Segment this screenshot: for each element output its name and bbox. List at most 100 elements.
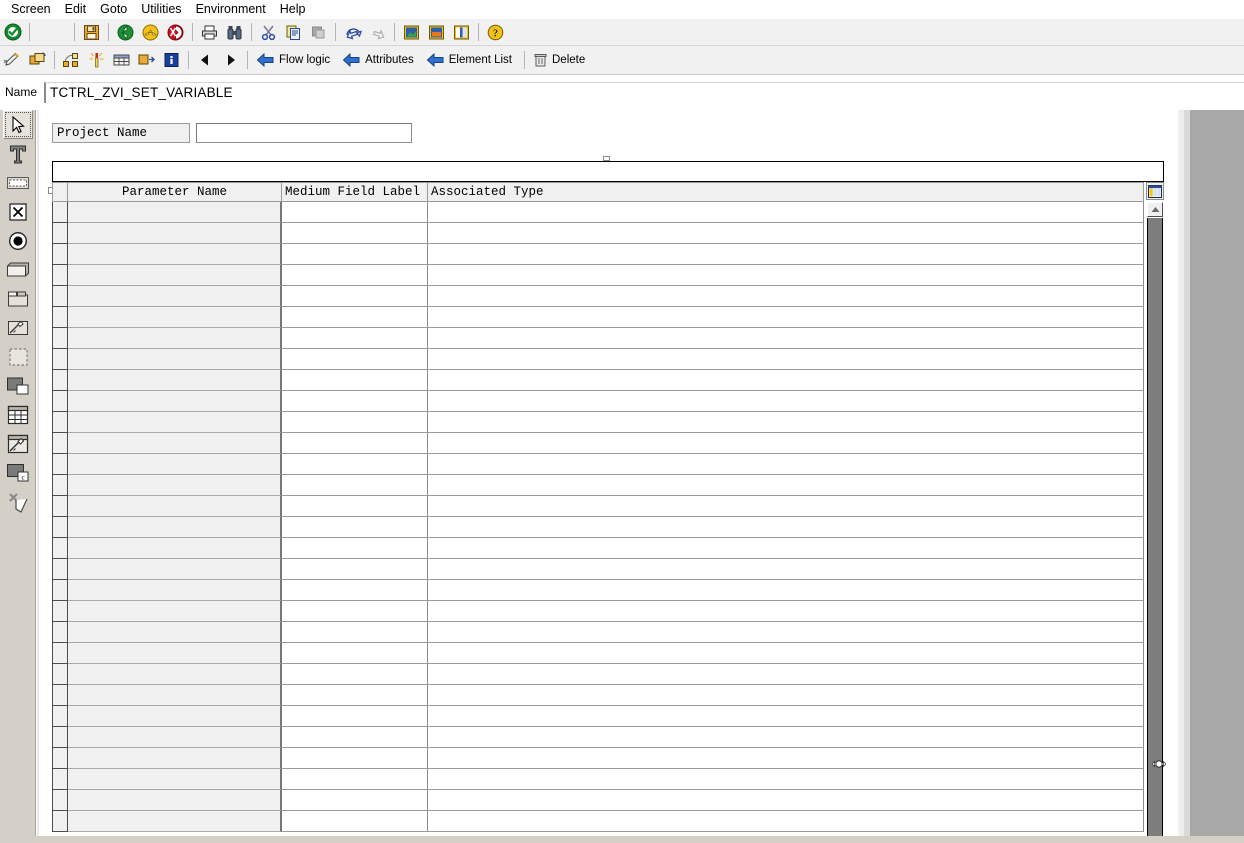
table-row[interactable] — [52, 391, 1164, 412]
row-select-cell[interactable] — [52, 391, 68, 412]
row-select-cell[interactable] — [52, 370, 68, 391]
header-medium-field-label[interactable]: Medium Field Label — [282, 182, 428, 202]
cell-parameter-name[interactable] — [68, 265, 282, 286]
row-select-cell[interactable] — [52, 454, 68, 475]
cell-medium-field-label[interactable] — [282, 244, 428, 265]
copy-screen-button[interactable] — [26, 49, 49, 71]
cell-parameter-name[interactable] — [68, 769, 282, 790]
tool-tabstrip[interactable] — [3, 284, 33, 313]
cell-associated-type[interactable] — [428, 727, 1144, 748]
cell-medium-field-label[interactable] — [282, 727, 428, 748]
tool-group-box[interactable] — [3, 371, 33, 400]
screen-design-canvas[interactable]: Project Name Parameter Name Medium Field… — [37, 110, 1178, 843]
table-vertical-scrollbar[interactable] — [1146, 182, 1164, 843]
cell-parameter-name[interactable] — [68, 706, 282, 727]
cell-medium-field-label[interactable] — [282, 454, 428, 475]
cell-associated-type[interactable] — [428, 349, 1144, 370]
table-row[interactable] — [52, 328, 1164, 349]
tool-radio-button[interactable] — [3, 226, 33, 255]
cell-parameter-name[interactable] — [68, 580, 282, 601]
row-select-cell[interactable] — [52, 475, 68, 496]
wizard-button[interactable] — [85, 49, 108, 71]
table-row[interactable] — [52, 580, 1164, 601]
table-row[interactable] — [52, 517, 1164, 538]
flow-logic-button[interactable]: Flow logic — [252, 49, 338, 71]
cell-associated-type[interactable] — [428, 559, 1144, 580]
cell-medium-field-label[interactable] — [282, 307, 428, 328]
table-control-config-button[interactable] — [1146, 182, 1164, 200]
project-name-input[interactable] — [197, 124, 411, 142]
layout-button[interactable] — [400, 21, 423, 43]
tool-pushbutton[interactable] — [3, 255, 33, 284]
continue-button[interactable] — [1, 21, 24, 43]
table-row[interactable] — [52, 349, 1164, 370]
table-row[interactable] — [52, 769, 1164, 790]
cell-associated-type[interactable] — [428, 265, 1144, 286]
cell-associated-type[interactable] — [428, 223, 1144, 244]
table-row[interactable] — [52, 244, 1164, 265]
row-select-cell[interactable] — [52, 328, 68, 349]
table-row[interactable] — [52, 202, 1164, 223]
tool-status-icon[interactable]: c — [3, 458, 33, 487]
row-select-cell[interactable] — [52, 244, 68, 265]
cell-medium-field-label[interactable] — [282, 496, 428, 517]
cell-medium-field-label[interactable] — [282, 328, 428, 349]
table-row[interactable] — [52, 727, 1164, 748]
cell-medium-field-label[interactable] — [282, 601, 428, 622]
exit-button[interactable] — [139, 21, 162, 43]
row-select-cell[interactable] — [52, 601, 68, 622]
graphical-layout-button[interactable] — [60, 49, 83, 71]
cell-medium-field-label[interactable] — [282, 475, 428, 496]
subscreen-button[interactable] — [135, 49, 158, 71]
information-button[interactable] — [160, 49, 183, 71]
screen-name-input[interactable] — [44, 81, 1244, 103]
cell-parameter-name[interactable] — [68, 664, 282, 685]
cell-medium-field-label[interactable] — [282, 370, 428, 391]
tool-checkbox[interactable] — [3, 197, 33, 226]
cell-parameter-name[interactable] — [68, 559, 282, 580]
menu-screen[interactable]: Screen — [4, 1, 58, 18]
table-row[interactable] — [52, 496, 1164, 517]
tool-misc[interactable] — [3, 487, 33, 516]
previous-screen-button[interactable] — [194, 49, 217, 71]
row-select-cell[interactable] — [52, 559, 68, 580]
cell-parameter-name[interactable] — [68, 349, 282, 370]
find-button[interactable] — [223, 21, 246, 43]
cell-medium-field-label[interactable] — [282, 559, 428, 580]
cell-parameter-name[interactable] — [68, 538, 282, 559]
row-select-cell[interactable] — [52, 706, 68, 727]
row-select-cell[interactable] — [52, 307, 68, 328]
header-select-column[interactable] — [52, 182, 68, 202]
cell-parameter-name[interactable] — [68, 622, 282, 643]
row-select-cell[interactable] — [52, 496, 68, 517]
cell-medium-field-label[interactable] — [282, 643, 428, 664]
project-name-input-wrap[interactable] — [196, 123, 412, 143]
tool-box[interactable] — [3, 342, 33, 371]
scroll-up-button[interactable] — [1147, 202, 1163, 217]
row-select-cell[interactable] — [52, 811, 68, 832]
cell-medium-field-label[interactable] — [282, 580, 428, 601]
cell-associated-type[interactable] — [428, 748, 1144, 769]
cell-medium-field-label[interactable] — [282, 538, 428, 559]
tool-custom-control[interactable] — [3, 429, 33, 458]
attributes-button[interactable] — [425, 21, 448, 43]
cell-associated-type[interactable] — [428, 286, 1144, 307]
help-button[interactable]: ? — [484, 21, 507, 43]
table-row[interactable] — [52, 265, 1164, 286]
cell-parameter-name[interactable] — [68, 433, 282, 454]
cell-associated-type[interactable] — [428, 391, 1144, 412]
save-button[interactable] — [80, 21, 103, 43]
back-button[interactable] — [114, 21, 137, 43]
cell-associated-type[interactable] — [428, 496, 1144, 517]
table-control-title-strip[interactable] — [52, 161, 1164, 182]
cell-parameter-name[interactable] — [68, 223, 282, 244]
table-row[interactable] — [52, 475, 1164, 496]
table-row[interactable] — [52, 559, 1164, 580]
cell-associated-type[interactable] — [428, 706, 1144, 727]
paste-button[interactable] — [307, 21, 330, 43]
table-row[interactable] — [52, 643, 1164, 664]
cell-associated-type[interactable] — [428, 685, 1144, 706]
cell-associated-type[interactable] — [428, 475, 1144, 496]
row-select-cell[interactable] — [52, 349, 68, 370]
delete-button[interactable]: Delete — [529, 49, 593, 71]
